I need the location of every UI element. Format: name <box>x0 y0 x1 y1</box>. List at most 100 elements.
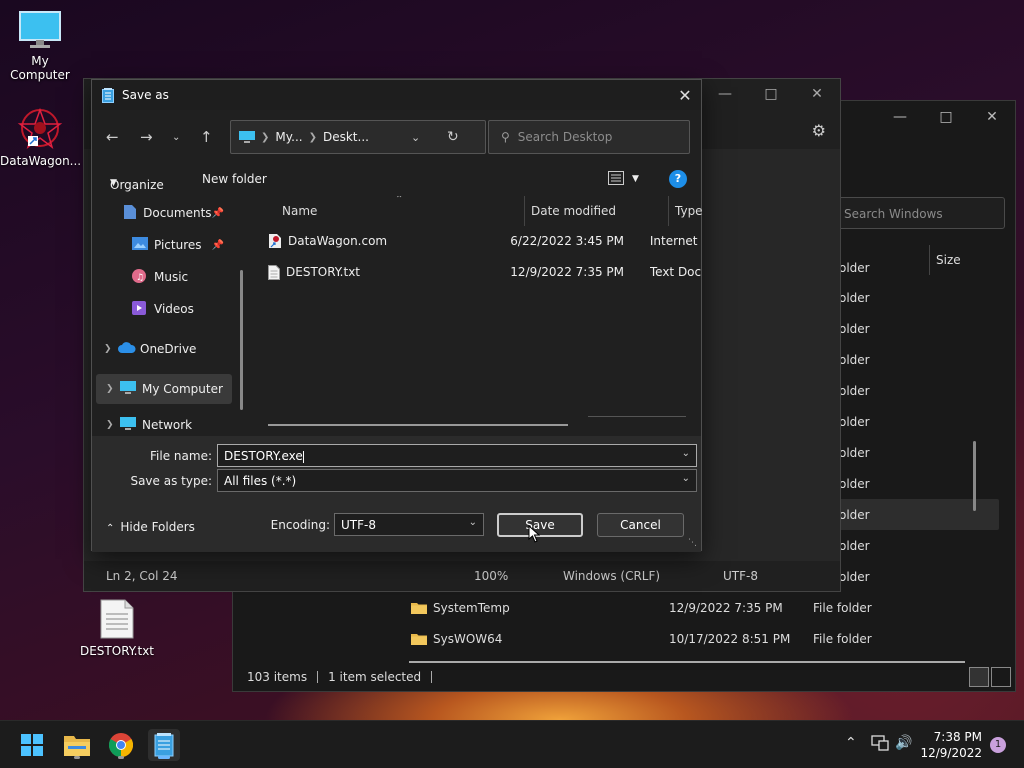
resize-grip-icon[interactable]: ⋱ <box>688 538 697 548</box>
chrome-taskbar-button[interactable] <box>105 729 137 761</box>
table-row[interactable]: SystemTemp 12/9/2022 7:35 PM File folder <box>409 592 1001 623</box>
notepad-taskbar-button[interactable] <box>148 729 180 761</box>
save-button[interactable]: Save <box>497 513 583 537</box>
file-explorer-taskbar-button[interactable] <box>61 729 93 761</box>
nav-item-music[interactable]: ♫ Music <box>94 262 232 292</box>
up-arrow-icon[interactable]: ↑ <box>200 128 213 146</box>
encoding-label: Encoding: <box>270 518 330 532</box>
dialog-title: Save as <box>122 88 169 102</box>
chevron-down-icon[interactable]: ⌄ <box>469 517 477 528</box>
hide-folders-button[interactable]: ⌃ Hide Folders <box>106 520 195 534</box>
nav-item-documents[interactable]: Documents 📌 <box>94 198 232 228</box>
close-icon[interactable]: ✕ <box>969 101 1015 133</box>
file-row[interactable]: DESTORY.txt 12/9/2022 7:35 PM Text Doc <box>268 257 702 287</box>
close-icon[interactable]: ✕ <box>669 80 701 110</box>
nav-scrollbar[interactable] <box>240 270 243 410</box>
save-as-type-select[interactable]: All files (*.*) ⌄ <box>217 469 697 492</box>
nav-item-my-computer[interactable]: ❯ My Computer <box>96 374 232 404</box>
search-input[interactable]: ⚲ Search Desktop <box>488 120 690 154</box>
partial-row[interactable]: older <box>839 375 899 406</box>
help-icon[interactable]: ? <box>669 170 687 188</box>
column-header-date[interactable]: Date modified <box>524 196 668 226</box>
windows-logo-icon <box>21 734 43 756</box>
maximize-icon[interactable]: □ <box>923 101 969 133</box>
partial-row[interactable]: older <box>839 252 899 283</box>
dialog-title-bar: Save as <box>92 80 701 110</box>
chevron-down-icon[interactable]: ▼ <box>632 174 639 184</box>
search-placeholder: Search Desktop <box>517 130 613 144</box>
nav-item-pictures[interactable]: Pictures 📌 <box>94 230 232 260</box>
folder-icon <box>64 736 90 756</box>
table-row[interactable]: SysWOW64 10/17/2022 8:51 PM File folder <box>409 623 1001 654</box>
row-type: File folder <box>813 631 872 646</box>
row-date: 12/9/2022 7:35 PM <box>669 600 783 615</box>
minimize-icon[interactable]: — <box>877 101 923 133</box>
details-view-icon[interactable] <box>969 667 989 687</box>
nav-item-network[interactable]: ❯ Network <box>96 414 232 436</box>
close-icon[interactable]: ✕ <box>794 79 840 109</box>
partial-row[interactable]: older <box>839 313 899 344</box>
line-ending[interactable]: Windows (CRLF) <box>563 569 660 583</box>
partial-row[interactable]: older <box>839 468 899 499</box>
partial-row[interactable]: older <box>839 344 899 375</box>
clock-time: 7:38 PM <box>933 730 982 744</box>
column-header-type[interactable]: Type <box>668 196 702 226</box>
chevron-right-icon[interactable]: ❯ <box>106 384 120 394</box>
mouse-cursor-icon <box>528 525 540 543</box>
forward-arrow-icon[interactable]: → <box>140 128 153 146</box>
gear-icon[interactable]: ⚙ <box>812 121 826 140</box>
minimize-icon[interactable]: — <box>702 79 748 109</box>
dialog-bottom-panel: File name: DESTORY.exe ⌄ Save as type: A… <box>92 436 701 552</box>
file-row[interactable]: DataWagon.com 6/22/2022 3:45 PM Internet <box>268 226 702 256</box>
partial-row[interactable]: older <box>839 406 899 437</box>
breadcrumb-item[interactable]: Deskt... <box>323 130 369 144</box>
desktop-icon-my-computer[interactable]: My Computer <box>0 10 80 82</box>
chevron-down-icon[interactable]: ⌄ <box>682 473 690 484</box>
row-type: File folder <box>813 600 872 615</box>
system-clock[interactable]: 7:38 PM 12/9/2022 <box>920 729 982 761</box>
partial-row[interactable]: older <box>839 530 899 561</box>
partial-row[interactable]: older <box>839 561 899 592</box>
file-type: Text Doc <box>649 265 702 279</box>
speaker-icon[interactable]: 🔊 <box>895 735 912 751</box>
encoding-select[interactable]: UTF-8 ⌄ <box>334 513 484 536</box>
network-status-icon[interactable] <box>871 735 889 755</box>
nav-item-onedrive[interactable]: ❯ OneDrive <box>94 334 232 364</box>
address-bar[interactable]: ❯ My... ❯ Deskt... ⌄ ↻ <box>230 120 486 154</box>
chevron-down-icon[interactable]: ⌄ <box>411 131 420 144</box>
column-header-size[interactable]: Size <box>929 245 961 275</box>
text-file-icon <box>100 599 134 639</box>
chevron-right-icon[interactable]: ❯ <box>106 420 120 430</box>
tiles-view-icon[interactable] <box>991 667 1011 687</box>
notepad-status-bar: Ln 2, Col 24 100% Windows (CRLF) UTF-8 <box>84 561 840 591</box>
monitor-icon <box>19 11 61 48</box>
chevron-down-icon[interactable]: ⌄ <box>682 448 690 459</box>
start-button[interactable] <box>16 729 48 761</box>
refresh-icon[interactable]: ↻ <box>447 129 459 145</box>
recent-locations-chevron-icon[interactable]: ⌄ <box>172 132 180 143</box>
desktop-icon-datawagon[interactable]: DataWagon... <box>0 106 81 168</box>
chevron-right-icon[interactable]: ❯ <box>104 344 118 354</box>
back-arrow-icon[interactable]: ← <box>106 128 119 146</box>
encoding[interactable]: UTF-8 <box>723 569 758 583</box>
view-options-icon[interactable] <box>608 171 624 188</box>
file-list-scrollbar[interactable] <box>268 424 568 426</box>
chevron-up-icon[interactable]: ⌃ <box>845 735 857 751</box>
file-name-input[interactable]: DESTORY.exe ⌄ <box>217 444 697 467</box>
desktop-icon-destory-txt[interactable]: DESTORY.txt <box>77 598 157 658</box>
notification-badge[interactable]: 1 <box>990 737 1006 753</box>
partial-row[interactable]: older <box>839 282 899 313</box>
new-folder-button[interactable]: New folder <box>202 172 267 186</box>
chrome-icon <box>109 733 133 757</box>
maximize-icon[interactable]: □ <box>748 79 794 109</box>
music-icon: ♫ <box>132 268 148 286</box>
cancel-button[interactable]: Cancel <box>597 513 684 537</box>
vertical-scrollbar[interactable] <box>973 441 976 511</box>
pin-icon: 📌 <box>211 207 224 219</box>
file-name: DataWagon.com <box>288 234 388 248</box>
breadcrumb-item[interactable]: My... <box>275 130 302 144</box>
partial-row[interactable]: older <box>839 437 899 468</box>
zoom-level[interactable]: 100% <box>474 569 508 583</box>
nav-item-videos[interactable]: Videos <box>94 294 232 324</box>
explorer-search-input[interactable]: Search Windows <box>833 197 1005 229</box>
